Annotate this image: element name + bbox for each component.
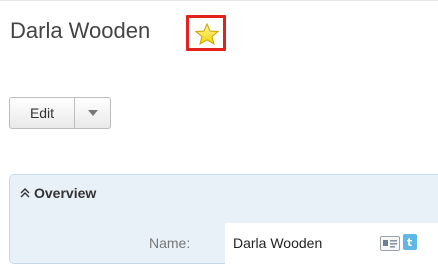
overview-panel-header[interactable]: Overview	[20, 185, 96, 201]
top-divider	[0, 0, 438, 1]
twitter-icon[interactable]: t	[403, 234, 417, 250]
more-actions-button[interactable]	[75, 97, 111, 129]
record-title: Darla Wooden	[10, 18, 151, 43]
svg-text:t: t	[407, 236, 412, 249]
name-field-label: Name:	[149, 235, 191, 251]
collapse-chevron-icon[interactable]	[20, 188, 30, 198]
overview-panel: Overview Name: Darla Wooden t	[9, 174, 438, 265]
favorite-star-highlight[interactable]	[186, 15, 226, 51]
edit-button[interactable]: Edit	[9, 97, 75, 129]
record-action-buttons: Edit	[9, 97, 111, 129]
overview-panel-title: Overview	[34, 185, 97, 201]
name-field-value-box[interactable]: Darla Wooden t	[225, 223, 438, 265]
favorite-star-icon[interactable]	[195, 23, 219, 45]
name-field-row: Name: Darla Wooden t	[10, 223, 438, 265]
caret-down-icon	[87, 110, 98, 116]
name-field-value: Darla Wooden	[233, 235, 323, 251]
vcard-icon[interactable]	[380, 236, 400, 251]
